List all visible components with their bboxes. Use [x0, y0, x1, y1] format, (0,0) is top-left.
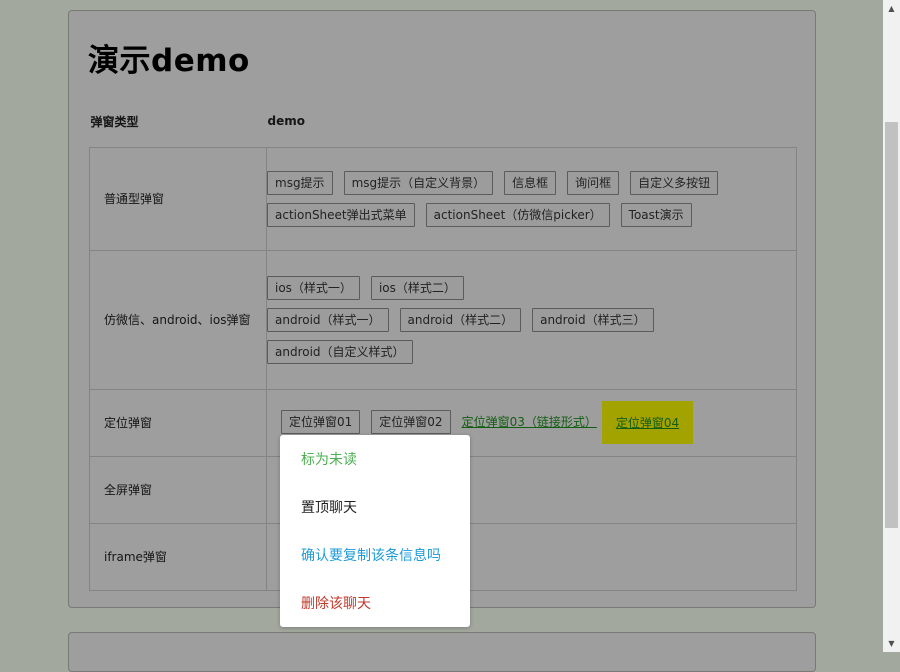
- android-style1-button[interactable]: android（样式一）: [267, 307, 389, 332]
- position-popup-01-button[interactable]: 定位弹窗01: [281, 410, 361, 434]
- ios-style1-button[interactable]: ios（样式一）: [267, 275, 360, 300]
- row-label: 仿微信、android、ios弹窗: [89, 249, 267, 390]
- toast-button[interactable]: Toast演示: [620, 202, 692, 227]
- table-row: 普通型弹窗 msg提示 msg提示（自定义背景） 信息框 询问框 自定义多按钮 acti…: [89, 146, 797, 251]
- row-label: 全屏弹窗: [89, 455, 267, 524]
- menu-item-pin-chat[interactable]: 置顶聊天: [301, 497, 357, 517]
- actionsheet-picker-button[interactable]: actionSheet（仿微信picker）: [425, 202, 610, 227]
- confirm-box-button[interactable]: 询问框: [567, 170, 620, 195]
- scrollbar[interactable]: ▲ ▼: [883, 0, 900, 652]
- row-label: iframe弹窗: [89, 522, 267, 591]
- ios-style2-button[interactable]: ios（样式二）: [370, 275, 464, 300]
- menu-item-mark-unread[interactable]: 标为未读: [301, 449, 357, 469]
- scroll-down-arrow-icon[interactable]: ▼: [883, 635, 900, 652]
- actionsheet-button[interactable]: actionSheet弹出式菜单: [267, 202, 415, 227]
- second-card: [68, 632, 816, 672]
- android-style2-button[interactable]: android（样式二）: [399, 307, 522, 332]
- scroll-thumb[interactable]: [885, 122, 898, 528]
- msg-button[interactable]: msg提示: [267, 170, 333, 195]
- row-label: 普通型弹窗: [89, 146, 267, 251]
- position-popup-04-link[interactable]: 定位弹窗04: [601, 401, 694, 444]
- info-box-button[interactable]: 信息框: [504, 170, 557, 195]
- row-label: 定位弹窗: [89, 388, 267, 457]
- page-title: 演示demo: [88, 43, 250, 79]
- popup-menu: 标为未读 置顶聊天 确认要复制该条信息吗 删除该聊天: [280, 435, 470, 627]
- scroll-up-arrow-icon[interactable]: ▲: [883, 0, 900, 17]
- menu-item-delete-chat[interactable]: 删除该聊天: [301, 593, 371, 613]
- android-style3-button[interactable]: android（样式三）: [532, 307, 654, 332]
- msg-custom-bg-button[interactable]: msg提示（自定义背景）: [343, 170, 494, 195]
- multi-button-button[interactable]: 自定义多按钮: [630, 170, 719, 195]
- position-popup-02-button[interactable]: 定位弹窗02: [371, 410, 451, 434]
- android-custom-button[interactable]: android（自定义样式）: [267, 339, 413, 364]
- table-header-row: 弹窗类型 demo: [90, 96, 797, 147]
- header-demo: demo: [267, 114, 305, 129]
- table-row: 仿微信、android、ios弹窗 ios（样式一） ios（样式二） andro…: [89, 249, 797, 390]
- header-type: 弹窗类型: [90, 114, 139, 129]
- position-popup-03-link[interactable]: 定位弹窗03（链接形式）: [462, 413, 597, 430]
- menu-item-copy-confirm[interactable]: 确认要复制该条信息吗: [301, 545, 441, 565]
